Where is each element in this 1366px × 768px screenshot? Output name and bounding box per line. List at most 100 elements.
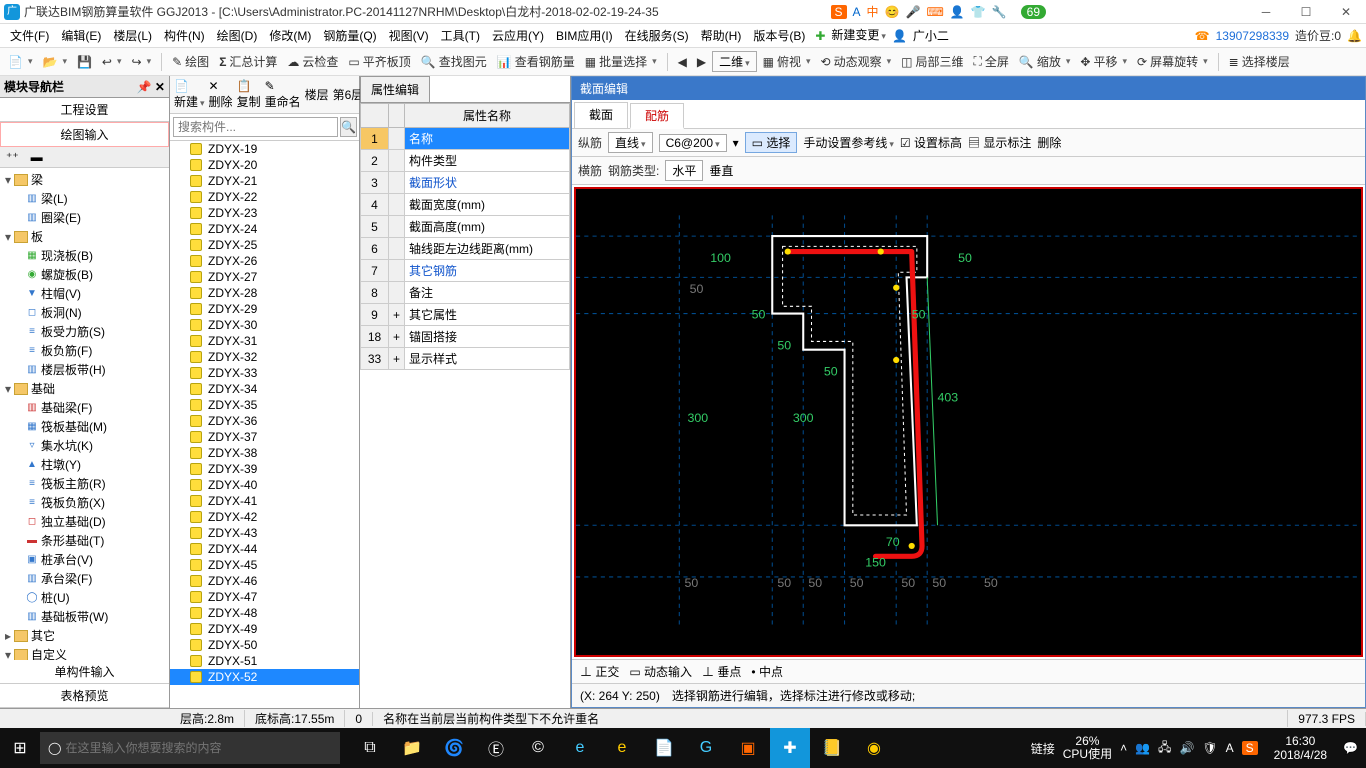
rebar-spec-select[interactable]: C6@200 [659,134,727,152]
top-view-button[interactable]: ▦ 俯视 [759,51,815,72]
menu-bim[interactable]: BIM应用(I) [550,24,619,48]
component-item[interactable]: ZDYX-46 [170,573,359,589]
midpoint-toggle[interactable]: • 中点 [751,663,783,680]
menu-component[interactable]: 构件(N) [158,24,211,48]
menu-cloud[interactable]: 云应用(Y) [486,24,550,48]
app-icon-11[interactable]: 📒 [812,728,852,768]
select-button[interactable]: ▭ 选择 [745,132,798,153]
tree-beam-l[interactable]: 梁(L) [41,190,68,207]
component-item[interactable]: ZDYX-37 [170,429,359,445]
app-icon-12[interactable]: ◉ [854,728,894,768]
prop-edit-tab[interactable]: 属性编辑 [360,76,430,102]
component-item[interactable]: ZDYX-40 [170,477,359,493]
notification-icon[interactable]: 💬 [1343,741,1358,755]
component-item[interactable]: ZDYX-19 [170,141,359,157]
next-button[interactable]: ▶ [693,53,710,71]
show-mark-button[interactable]: ▤ 显示标注 [968,134,1031,151]
app-icon-9[interactable]: ▣ [728,728,768,768]
component-item[interactable]: ZDYX-49 [170,621,359,637]
component-item[interactable]: ZDYX-45 [170,557,359,573]
component-item[interactable]: ZDYX-47 [170,589,359,605]
component-item[interactable]: ZDYX-48 [170,605,359,621]
app-icon-10[interactable]: ✚ [770,728,810,768]
menu-rebar[interactable]: 钢筋量(Q) [317,24,382,48]
tray-a-icon[interactable]: A [1226,741,1234,755]
component-item[interactable]: ZDYX-28 [170,285,359,301]
app-icon-1[interactable]: 📁 [392,728,432,768]
tray-vol-icon[interactable]: 🔊 [1179,741,1194,755]
component-item[interactable]: ZDYX-21 [170,173,359,189]
component-item[interactable]: ZDYX-20 [170,157,359,173]
component-item[interactable]: ZDYX-50 [170,637,359,653]
component-item[interactable]: ZDYX-29 [170,301,359,317]
tray-up-icon[interactable]: ˄ [1120,741,1127,755]
rotate-button[interactable]: ⟳ 屏幕旋转 [1133,51,1212,72]
component-item[interactable]: ZDYX-52 [170,669,359,685]
tab-section[interactable]: 截面 [574,102,628,128]
tab-line-icon[interactable]: ▬ [25,147,49,167]
tray-net-icon[interactable]: 🖧 [1158,738,1171,759]
manual-ref-button[interactable]: 手动设置参考线 [803,134,894,151]
fullscreen-button[interactable]: ⛶ 全屏 [969,51,1012,72]
redo-button[interactable]: ↪ [128,53,156,71]
copy-comp-button[interactable]: 📋复制 [237,79,261,110]
tray-shield-icon[interactable]: 🛡 [1202,741,1217,755]
tree-other[interactable]: 其它 [31,627,55,644]
draw-button[interactable]: ✎ 绘图 [168,51,213,72]
task-view-icon[interactable]: ⧉ [350,728,390,768]
cloud-check-button[interactable]: ☁ 云检查 [283,51,342,72]
tree-foundation[interactable]: 基础 [31,380,55,397]
component-item[interactable]: ZDYX-30 [170,317,359,333]
tree-custom[interactable]: 自定义 [31,646,67,660]
tray-people-icon[interactable]: 👥 [1135,741,1150,755]
app-icon-8[interactable]: G [686,728,726,768]
app-icon-7[interactable]: 📄 [644,728,684,768]
minimize-button[interactable]: ─ [1246,0,1286,24]
tray-ime-icon[interactable]: S [1242,741,1258,755]
draw-input[interactable]: 绘图输入 [0,122,169,147]
component-item[interactable]: ZDYX-31 [170,333,359,349]
menu-modify[interactable]: 修改(M) [263,24,317,48]
table-preview[interactable]: 表格预览 [0,684,169,708]
component-item[interactable]: ZDYX-34 [170,381,359,397]
component-item[interactable]: ZDYX-23 [170,205,359,221]
app-icon-6[interactable]: e [602,728,642,768]
dyn-input-toggle[interactable]: ▭ 动态输入 [629,663,692,680]
component-item[interactable]: ZDYX-27 [170,269,359,285]
sum-button[interactable]: Σ 汇总计算 [215,51,281,72]
menu-draw[interactable]: 绘图(D) [211,24,264,48]
engineering-settings[interactable]: 工程设置 [0,98,169,122]
close-button[interactable]: ✕ [1326,0,1366,24]
zoom-button[interactable]: 🔍 缩放 [1015,51,1075,72]
select-floor-button[interactable]: ≣ 选择楼层 [1225,51,1294,72]
search-button[interactable]: 🔍 [340,117,357,137]
tab-rebar[interactable]: 配筋 [630,103,684,129]
menu-view[interactable]: 视图(V) [383,24,435,48]
user-name[interactable]: 广小二 [907,24,955,48]
component-item[interactable]: ZDYX-32 [170,349,359,365]
component-item[interactable]: ZDYX-36 [170,413,359,429]
app-icon-4[interactable]: © [518,728,558,768]
dropdown-icon[interactable]: ▾ [733,136,739,150]
open-file-button[interactable]: 📂 [38,53,70,71]
new-change-button[interactable]: 新建变更 [825,23,892,48]
component-item[interactable]: ZDYX-24 [170,221,359,237]
ime-toolbar[interactable]: S A中😊🎤⌨👤👕🔧 [827,3,1011,20]
tree-beam[interactable]: 梁 [31,171,43,188]
rebar-type-select[interactable]: 直线 [608,132,653,153]
link-label[interactable]: 链接 [1031,740,1055,757]
new-file-button[interactable]: 📄 [4,53,36,71]
del-comp-button[interactable]: ✕删除 [209,79,233,110]
menu-file[interactable]: 文件(F) [4,24,55,48]
component-item[interactable]: ZDYX-44 [170,541,359,557]
new-comp-button[interactable]: 📄新建 [174,79,205,110]
clock[interactable]: 16:302018/4/28 [1266,734,1335,763]
menu-edit[interactable]: 编辑(E) [55,24,107,48]
tab-plus-icon[interactable]: ⁺⁺ [0,147,25,167]
component-item[interactable]: ZDYX-51 [170,653,359,669]
single-comp-input[interactable]: 单构件输入 [0,660,169,684]
dynamic-view-button[interactable]: ⟲ 动态观察 [817,51,896,72]
prev-button[interactable]: ◀ [674,53,691,71]
vert-button[interactable]: 垂直 [709,162,733,179]
menu-tools[interactable]: 工具(T) [435,24,486,48]
